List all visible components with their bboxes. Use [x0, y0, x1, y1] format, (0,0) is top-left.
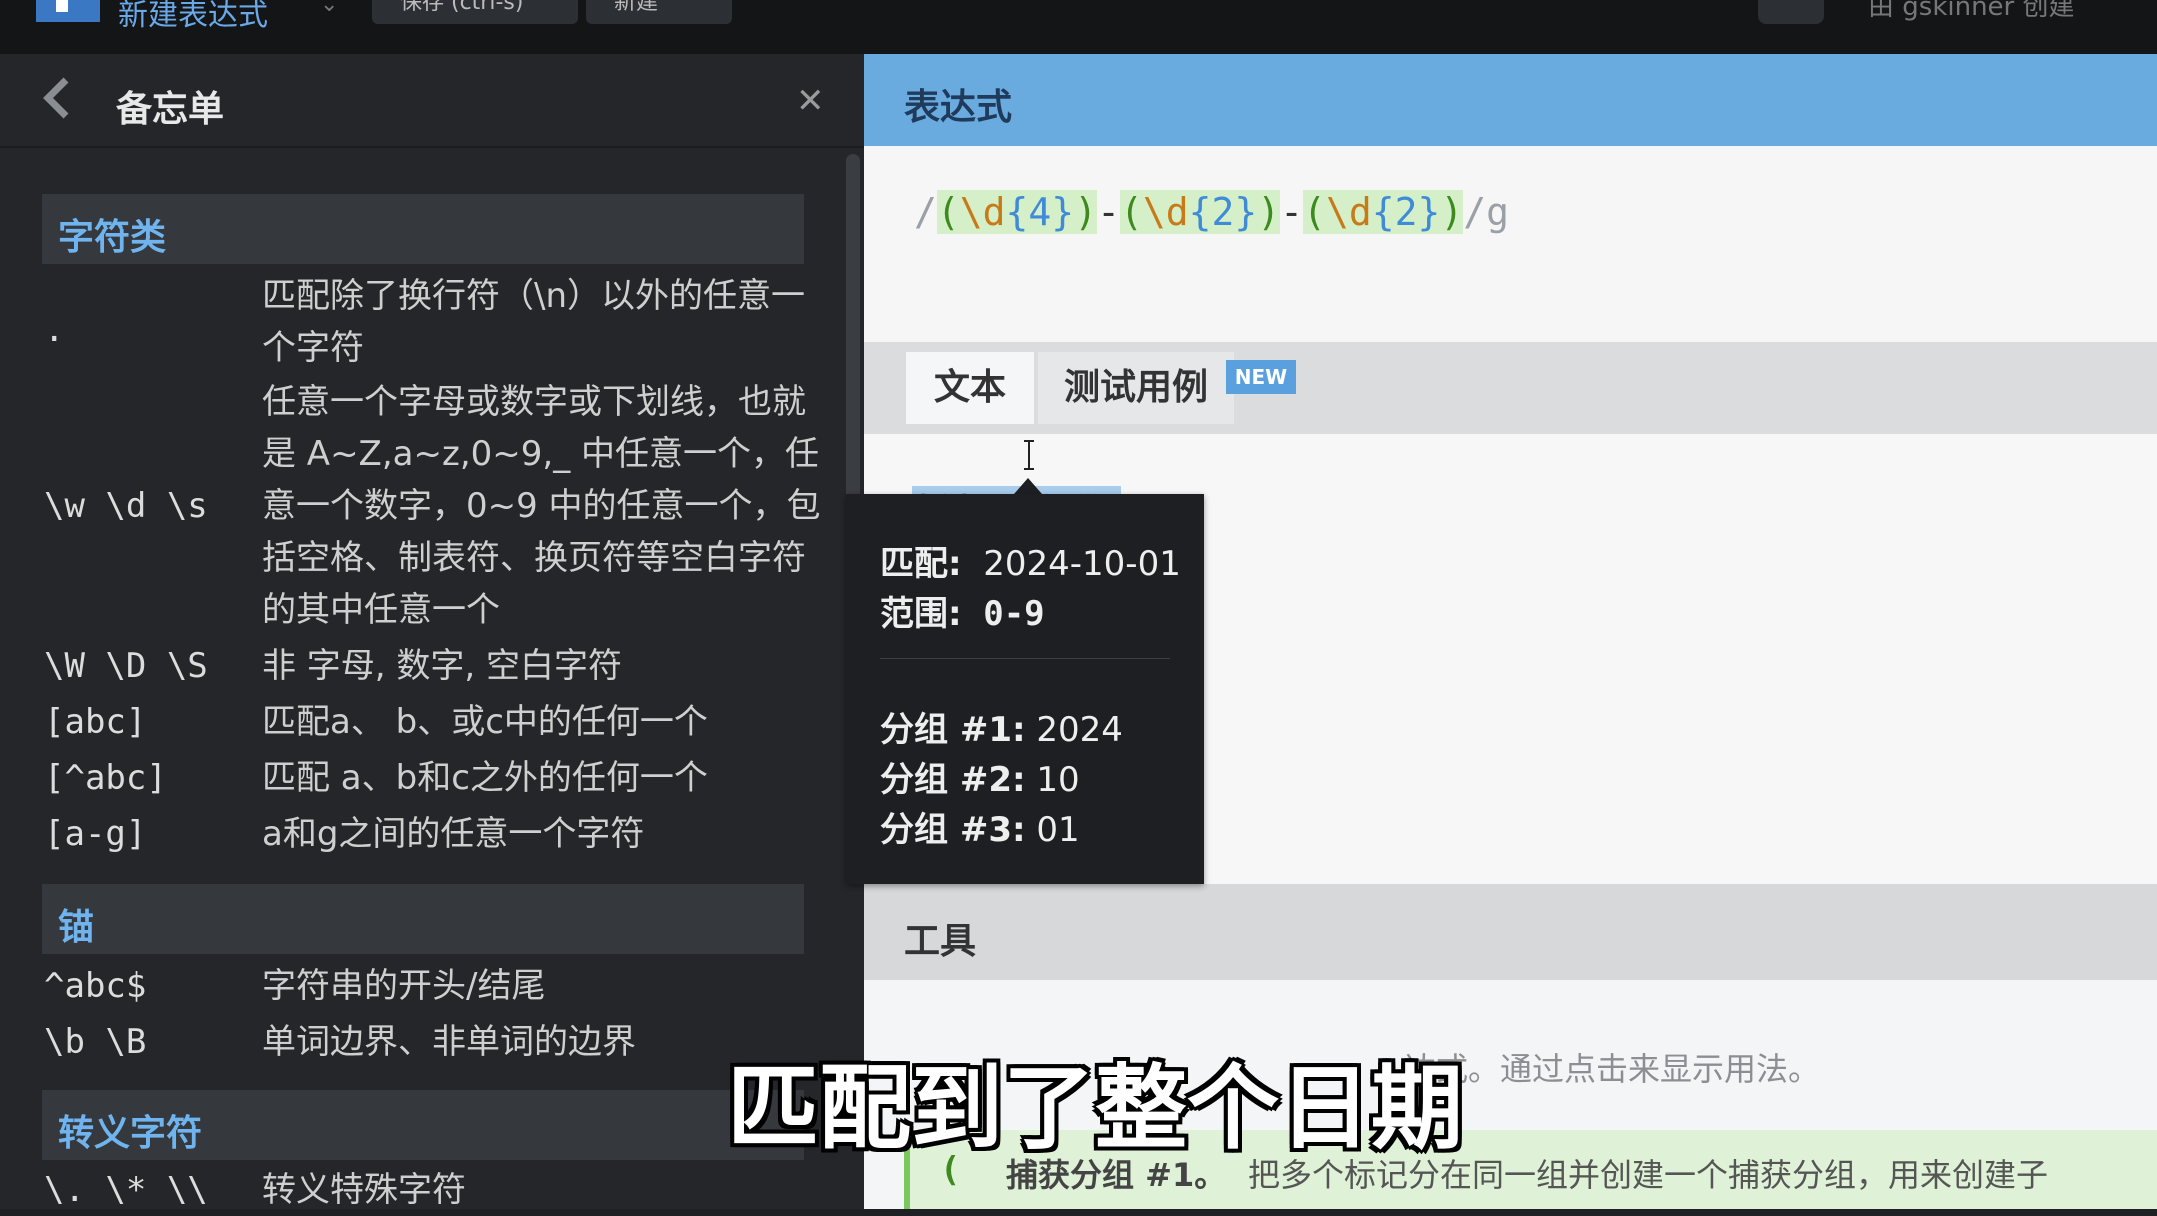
- row-desc: 任意一个字母或数字或下划线，也就是 A~Z,a~z,0~9,_ 中任意一个，任意…: [262, 382, 821, 630]
- tab-tests[interactable]: 测试用例: [1038, 352, 1234, 424]
- regex-display[interactable]: /(\d{4})-(\d{2})-(\d{2})/g: [914, 190, 1509, 234]
- cheatsheet-title: 备忘单: [116, 89, 225, 130]
- new-badge: NEW: [1226, 360, 1296, 394]
- expression-header: 表达式: [864, 54, 2157, 146]
- row-code[interactable]: \W \D \S: [44, 646, 208, 686]
- video-subtitle: 匹配到了整个日期: [727, 1055, 1464, 1162]
- match-tooltip: 匹配: 2024-10-01 范围: 0-9 分组 #1: 2024 分组 #2…: [846, 494, 1204, 884]
- row-desc: 转义特殊字符: [262, 1170, 466, 1210]
- chevron-down-icon[interactable]: ⌄: [320, 0, 338, 17]
- tools-header[interactable]: 工具: [864, 884, 2157, 980]
- cheatsheet-header: 备忘单 ✕: [0, 54, 864, 148]
- row-desc: 匹配 a、b和c之外的任何一个: [262, 758, 708, 798]
- tab-text[interactable]: 文本: [906, 352, 1034, 424]
- row-code[interactable]: [^abc]: [44, 758, 167, 798]
- expression-editor[interactable]: /(\d{4})-(\d{2})-(\d{2})/g: [864, 146, 2157, 342]
- row-desc: 字符串的开头/结尾: [262, 966, 546, 1006]
- row-code[interactable]: \w \d \s: [44, 486, 208, 526]
- app-logo: [36, 0, 100, 22]
- row-code[interactable]: [abc]: [44, 702, 146, 742]
- text-cursor-icon: [1024, 440, 1034, 470]
- tools-hint: 达式。通过点击来显示用法。: [1404, 1050, 1821, 1088]
- row-code[interactable]: .: [44, 310, 64, 350]
- expression-name[interactable]: 新建表达式: [118, 0, 268, 34]
- new-button[interactable]: 新建: [586, 0, 732, 24]
- tooltip-group-1: 分组 #1: 2024: [880, 710, 1123, 750]
- author-credit[interactable]: 由 gskinner 创建: [1868, 0, 2075, 23]
- row-code[interactable]: [a-g]: [44, 814, 146, 854]
- tabs-bar: 文本 测试用例 NEW: [864, 342, 2157, 434]
- chevron-left-icon[interactable]: [40, 76, 74, 120]
- tooltip-match: 匹配: 2024-10-01: [880, 544, 1181, 584]
- row-desc: 匹配除了换行符（\n）以外的任意一个字符: [262, 276, 806, 368]
- section-anchors: 锚: [42, 884, 804, 954]
- row-code[interactable]: \. \* \\: [44, 1170, 208, 1210]
- tooltip-group-2: 分组 #2: 10: [880, 760, 1080, 800]
- save-button[interactable]: 保存 (ctrl-s): [372, 0, 578, 24]
- section-character-classes: 字符类: [42, 194, 804, 264]
- close-icon[interactable]: ✕: [796, 84, 825, 118]
- section-escaped-characters: 转义字符: [42, 1090, 804, 1160]
- theme-toggle-button[interactable]: [1758, 0, 1824, 24]
- tooltip-arrow: [1014, 478, 1042, 494]
- tooltip-range: 范围: 0-9: [880, 594, 1045, 634]
- row-code[interactable]: \b \B: [44, 1022, 146, 1062]
- row-code[interactable]: ^abc$: [44, 966, 146, 1006]
- row-desc: a和g之间的任意一个字符: [262, 814, 645, 854]
- row-desc: 非 字母, 数字, 空白字符: [262, 646, 623, 686]
- tooltip-group-3: 分组 #3: 01: [880, 810, 1080, 850]
- top-bar: 新建表达式 ⌄ 保存 (ctrl-s) 新建 由 gskinner 创建: [0, 0, 2157, 54]
- tooltip-divider: [880, 658, 1170, 659]
- row-desc: 匹配a、 b、或c中的任何一个: [262, 702, 708, 742]
- scrollbar[interactable]: [846, 154, 860, 534]
